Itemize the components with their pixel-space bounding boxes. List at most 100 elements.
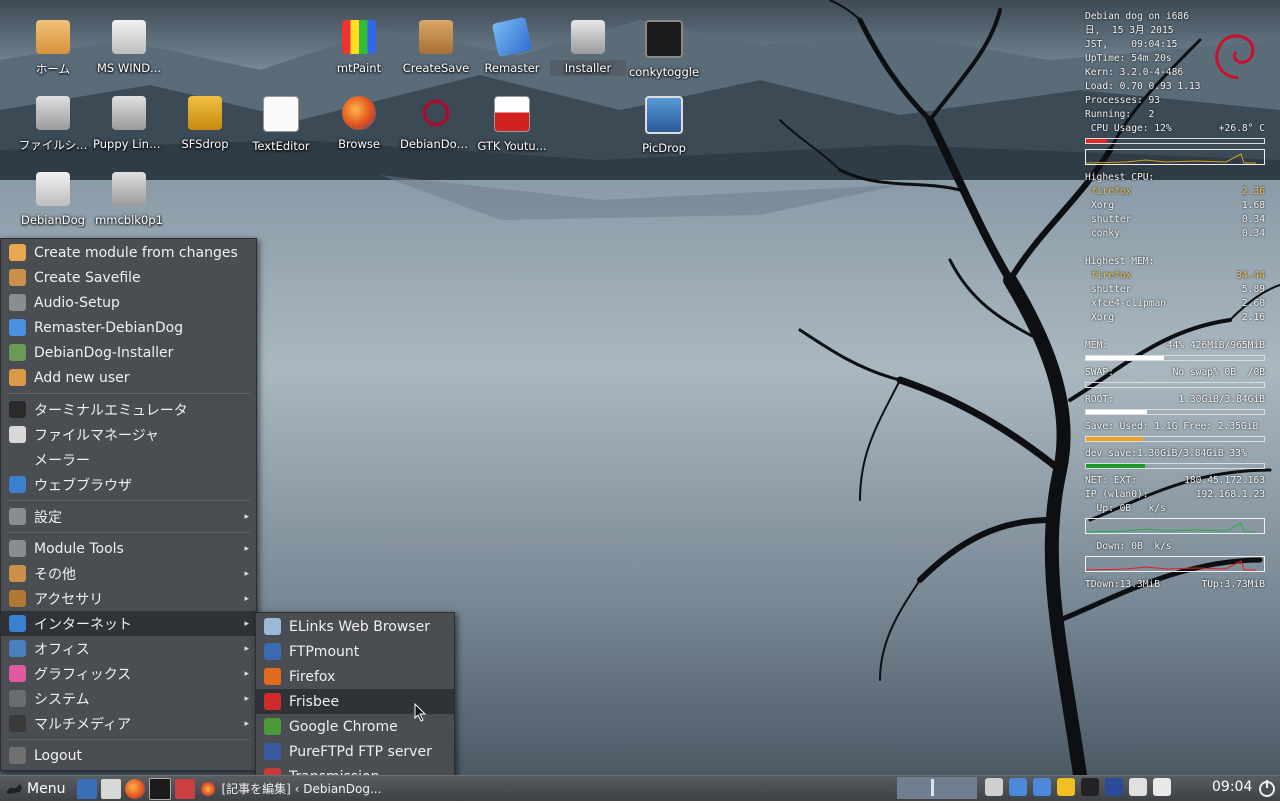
menu-separator [7, 739, 250, 740]
main-menu-item-18[interactable]: インターネット ▸ [1, 611, 256, 636]
conky-label: Highest MEM: [1085, 256, 1155, 267]
main-menu-item-15[interactable]: Module Tools ▸ [1, 536, 256, 561]
main-menu-item-1[interactable]: Create module from changes [1, 240, 256, 265]
desktop-icon-16[interactable]: DebianDog [15, 172, 91, 228]
desktop-icon-label: DebianDog [21, 213, 85, 227]
main-menu-item-2[interactable]: Create Savefile [1, 265, 256, 290]
desktop-icon-4[interactable]: CreateSave [398, 20, 474, 76]
conky-label: Up: 0B k/s [1085, 503, 1166, 514]
main-menu-item-label: Module Tools [34, 540, 124, 557]
conky-row: shutter 0.34 [1085, 213, 1265, 227]
desktop-icon-14[interactable]: GTK Youtu... [474, 96, 550, 154]
desktop-icon-7[interactable]: conkytoggle [626, 20, 702, 80]
keyboard-icon[interactable] [1129, 778, 1147, 796]
taskbar-window-button[interactable]: [記事を編集] ‹ DebianDog... [201, 778, 391, 799]
conky-value: 2.60 [1241, 298, 1265, 309]
conky-label: shutter [1091, 284, 1132, 295]
main-menu-item-16[interactable]: その他 ▸ [1, 561, 256, 586]
main-menu-item-label: ファイルマネージャ [34, 427, 160, 444]
conky-label: MEM: [1085, 340, 1109, 351]
save-bar [1085, 436, 1265, 442]
drive-icon [112, 172, 146, 206]
conky-row: MEM: 44% 426MiB/965MiB [1085, 339, 1265, 353]
workspace-pager[interactable] [897, 777, 977, 799]
bluetooth-icon[interactable] [1033, 778, 1051, 796]
desktop-icon-12[interactable]: Browse [321, 96, 397, 152]
conky-row: xfce4-clipman 2.60 [1085, 297, 1265, 311]
terminal-icon [9, 401, 26, 418]
desktop-icon-3[interactable]: mtPaint [321, 20, 397, 76]
desktop-icon-2[interactable]: MS WIND... [91, 20, 167, 76]
conky-value: No swap% 0B /0B [1172, 367, 1265, 378]
internet-submenu-item-6[interactable]: PureFTPd FTP server [256, 739, 454, 764]
desktop-icon-15[interactable]: PicDrop [626, 96, 702, 156]
main-menu-item-13[interactable]: 設定 ▸ [1, 504, 256, 529]
desktop-icon-13[interactable]: DebianDog... [398, 96, 474, 152]
desktop-icon-6[interactable]: Installer [550, 20, 626, 76]
desktop-icon-9[interactable]: Puppy Linu... [91, 96, 167, 152]
desktop-icon-1[interactable]: ホーム [15, 20, 91, 78]
power-icon [1259, 780, 1275, 797]
desktop-icon-11[interactable]: TextEditor [243, 96, 319, 154]
network-icon[interactable] [1009, 778, 1027, 796]
desktop-icon-5[interactable]: Remaster [474, 16, 550, 76]
main-menu-item-3[interactable]: Audio-Setup [1, 290, 256, 315]
chevron-right-icon: ▸ [244, 693, 249, 704]
chevron-right-icon: ▸ [244, 543, 249, 554]
installer-icon [9, 344, 26, 361]
desktop-icon-label: mtPaint [336, 61, 382, 75]
dog-icon[interactable] [1081, 778, 1099, 796]
conky-row: Processes: 93 [1085, 94, 1265, 108]
conky-value: 5.89 [1241, 284, 1265, 295]
crown-icon[interactable] [1057, 778, 1075, 796]
desktop-switcher-icon[interactable] [77, 778, 98, 799]
main-menu-item-19[interactable]: オフィス ▸ [1, 636, 256, 661]
main-menu-item-5[interactable]: DebianDog-Installer [1, 340, 256, 365]
volume-icon[interactable] [1153, 778, 1171, 796]
main-menu-item-10[interactable]: メーラー [1, 447, 256, 472]
main-menu-item-label: グラフィックス [34, 666, 132, 683]
folder-icon [9, 244, 26, 261]
main-menu-item-20[interactable]: グラフィックス ▸ [1, 661, 256, 686]
main-menu-item-21[interactable]: システム ▸ [1, 686, 256, 711]
menu-label: Menu [27, 780, 66, 797]
file-manager-icon[interactable] [101, 778, 122, 799]
desktop-icon-10[interactable]: SFSdrop [167, 96, 243, 152]
main-menu-item-22[interactable]: マルチメディア ▸ [1, 711, 256, 736]
conky-value: +26.8° C [1218, 123, 1265, 134]
desktop-icon-17[interactable]: mmcblk0p1 [91, 172, 167, 228]
firefox-icon[interactable] [125, 778, 146, 799]
chevron-right-icon: ▸ [244, 668, 249, 679]
usb-drive-icon [112, 20, 146, 54]
internet-submenu-item-1[interactable]: ELinks Web Browser [256, 614, 454, 639]
menu-separator [7, 500, 250, 501]
desktop-icon-8[interactable]: ファイルシ... [15, 96, 91, 154]
internet-submenu-item-label: PureFTPd FTP server [289, 743, 432, 760]
main-menu-item-label: Remaster-DebianDog [34, 319, 184, 336]
main-menu-item-24[interactable]: Logout [1, 743, 256, 768]
screenshot-tool-icon[interactable] [175, 778, 196, 799]
main-menu-item-17[interactable]: アクセサリ ▸ [1, 586, 256, 611]
start-menu-button[interactable]: Menu [0, 778, 71, 799]
main-menu-item-9[interactable]: ファイルマネージャ [1, 422, 256, 447]
main-menu-item-label: 設定 [34, 509, 62, 526]
blank-icon [9, 451, 26, 468]
internet-submenu-item-3[interactable]: Firefox [256, 664, 454, 689]
clipboard-icon[interactable] [985, 778, 1003, 796]
internet-submenu-item-2[interactable]: FTPmount [256, 639, 454, 664]
main-menu-item-label: システム [34, 691, 90, 708]
main-menu-item-4[interactable]: Remaster-DebianDog [1, 315, 256, 340]
terminal-icon[interactable] [149, 777, 172, 800]
main-menu-item-6[interactable]: Add new user [1, 365, 256, 390]
clock[interactable]: 09:04 [1212, 779, 1252, 795]
chevron-right-icon: ▸ [244, 511, 249, 522]
power-icon [9, 747, 26, 764]
desktop-icon-label: Puppy Linu... [93, 137, 167, 151]
file-manager-icon [9, 426, 26, 443]
conky-value: 180.45.172.163 [1184, 475, 1265, 486]
r-icon[interactable] [1105, 778, 1123, 796]
main-menu-item-8[interactable]: ターミナルエミュレータ [1, 397, 256, 422]
power-button[interactable] [1256, 777, 1278, 799]
conky-row: firefox 34.44 [1085, 269, 1265, 283]
main-menu-item-11[interactable]: ウェブブラウザ [1, 472, 256, 497]
